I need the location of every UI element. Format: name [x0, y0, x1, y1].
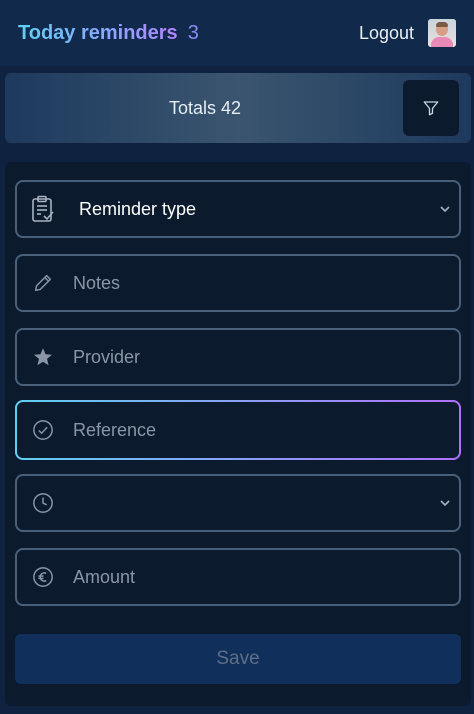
brand: Today reminders 3: [18, 22, 199, 45]
reminder-type-select[interactable]: Reminder type: [15, 180, 461, 238]
star-icon: [19, 346, 67, 368]
provider-placeholder: Provider: [73, 346, 141, 367]
reference-field-inner: Reference: [17, 402, 459, 458]
notes-placeholder: Notes: [73, 272, 121, 293]
notes-field[interactable]: Notes: [15, 254, 461, 312]
euro-icon: [19, 566, 67, 588]
avatar[interactable]: [428, 19, 456, 47]
reminder-count-badge: 3: [187, 21, 199, 44]
app-header: Today reminders 3 Logout: [0, 0, 474, 66]
page-title: Today reminders: [18, 21, 178, 44]
amount-placeholder: Amount: [73, 566, 136, 587]
provider-field[interactable]: Provider: [15, 328, 461, 386]
amount-field[interactable]: Amount: [15, 548, 461, 606]
reminder-type-value: Reminder type: [79, 198, 197, 219]
chevron-down-icon: [439, 200, 451, 218]
totals-text: Totals 42: [168, 97, 242, 118]
pencil-icon: [19, 272, 67, 294]
save-button[interactable]: Save: [15, 634, 461, 684]
time-select[interactable]: [15, 474, 461, 532]
chevron-down-icon: [439, 494, 451, 512]
avatar-body: [431, 37, 453, 47]
reminder-form: Reminder type Notes Provider Reference A…: [5, 162, 471, 706]
avatar-hair: [436, 22, 448, 27]
logout-link[interactable]: Logout: [359, 23, 414, 44]
reference-placeholder: Reference: [73, 419, 157, 440]
filter-icon: [423, 101, 439, 116]
filter-button[interactable]: [403, 80, 459, 136]
reference-field[interactable]: Reference: [15, 400, 461, 460]
totals-bar: Totals 42: [5, 73, 471, 143]
check-circle-icon: [19, 419, 67, 441]
header-actions: Logout: [359, 19, 456, 47]
clock-icon: [19, 492, 67, 514]
clipboard-check-icon: [19, 195, 67, 223]
